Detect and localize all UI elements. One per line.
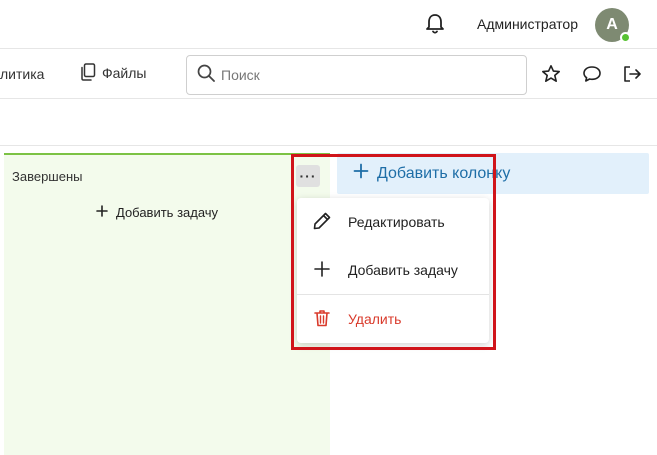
plus-icon <box>353 163 369 184</box>
column-title: Завершены <box>12 169 83 184</box>
search-input[interactable] <box>221 67 501 83</box>
add-task-button[interactable]: Добавить задачу <box>96 205 218 220</box>
menu-item-add-task[interactable]: Добавить задачу <box>297 247 489 293</box>
menu-item-edit[interactable]: Редактировать <box>297 199 489 245</box>
column-context-menu: Редактировать Добавить задачу Удалить <box>297 198 489 343</box>
top-bar: Администратор A <box>0 0 657 48</box>
nav-bar: литика Файлы <box>0 48 657 99</box>
menu-divider <box>297 294 489 295</box>
nav-item-files[interactable]: Файлы <box>80 61 146 85</box>
files-label: Файлы <box>102 65 147 81</box>
add-column-label: Добавить колонку <box>377 164 511 182</box>
user-name[interactable]: Администратор <box>477 16 578 32</box>
add-column-button[interactable]: Добавить колонку <box>337 153 649 194</box>
logout-icon[interactable] <box>622 64 642 84</box>
column-more-button[interactable]: ··· <box>296 165 320 187</box>
trash-icon <box>312 308 332 331</box>
menu-item-edit-label: Редактировать <box>348 214 445 230</box>
online-status-indicator <box>620 32 631 43</box>
search-icon <box>197 64 215 87</box>
pencil-icon <box>312 211 332 234</box>
menu-item-delete[interactable]: Удалить <box>297 296 489 342</box>
plus-icon <box>312 259 332 282</box>
menu-item-add-task-label: Добавить задачу <box>348 262 458 278</box>
board-column-completed: Завершены ··· Добавить задачу <box>4 153 330 455</box>
star-icon[interactable] <box>541 64 561 84</box>
avatar-letter: A <box>606 16 618 33</box>
nav-item-analytics[interactable]: литика <box>0 66 44 82</box>
add-task-label: Добавить задачу <box>116 205 219 220</box>
search-box[interactable] <box>186 55 527 95</box>
comment-icon[interactable] <box>582 64 602 84</box>
menu-item-delete-label: Удалить <box>348 311 402 327</box>
more-icon: ··· <box>299 168 317 184</box>
bell-icon[interactable] <box>424 12 446 36</box>
toolbar-divider <box>0 145 657 146</box>
plus-icon <box>96 205 108 220</box>
files-icon <box>80 62 96 84</box>
